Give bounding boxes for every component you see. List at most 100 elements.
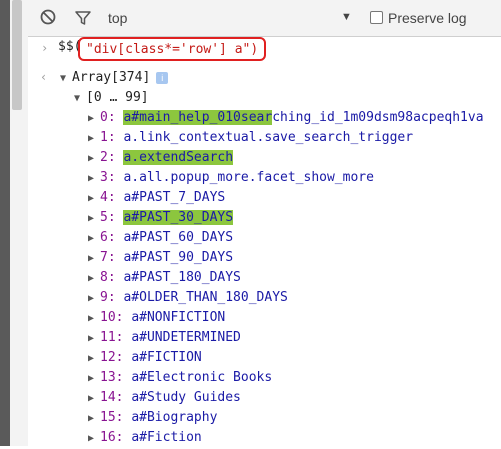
item-separator: : — [115, 370, 132, 385]
item-separator: : — [115, 350, 132, 365]
item-index: 2 — [100, 150, 108, 165]
array-item-row[interactable]: ▶ 6: a#PAST_60_DAYS — [88, 228, 233, 248]
item-separator: : — [115, 410, 132, 425]
expand-triangle-icon[interactable]: ▶ — [88, 349, 100, 369]
preserve-log-checkbox[interactable] — [370, 11, 383, 24]
array-row[interactable]: ▼ Array[374] i — [60, 68, 169, 89]
array-item-row[interactable]: ▶ 11: a#UNDETERMINED — [88, 328, 241, 348]
item-selector: a.extendSearch — [123, 150, 234, 165]
preserve-log-label[interactable]: Preserve log — [388, 10, 467, 26]
chevron-down-icon[interactable]: ▼ — [341, 11, 352, 23]
clear-console-icon[interactable] — [40, 9, 56, 25]
expand-triangle-icon[interactable]: ▶ — [88, 389, 100, 409]
item-selector: a#Electronic Books — [131, 370, 273, 385]
item-index: 9 — [100, 290, 108, 305]
item-separator: : — [115, 310, 132, 325]
expand-triangle-icon[interactable]: ▶ — [88, 289, 100, 309]
item-separator: : — [107, 270, 124, 285]
console-toolbar: top ▼ Preserve log — [28, 0, 501, 37]
item-selector: a#FICTION — [131, 350, 202, 365]
item-selector: a#PAST_90_DAYS — [123, 250, 234, 265]
console-output[interactable]: › $$( "div[class*='row'] a") ‹ ▼ Array[37… — [28, 37, 501, 446]
item-separator: : — [107, 290, 124, 305]
array-item-row[interactable]: ▶ 8: a#PAST_180_DAYS — [88, 268, 241, 288]
expand-triangle-icon[interactable]: ▶ — [88, 329, 100, 349]
array-label: Array[374] — [72, 70, 151, 85]
item-index: 0 — [100, 110, 108, 125]
item-index: 6 — [100, 230, 108, 245]
group-row[interactable]: ▼ [0 … 99] — [74, 88, 149, 108]
expand-triangle-icon[interactable]: ▶ — [88, 249, 100, 269]
command-argument: "div[class*='row'] a") — [78, 37, 267, 61]
item-index: 14 — [100, 390, 116, 405]
item-separator: : — [115, 430, 132, 445]
item-separator: : — [107, 250, 124, 265]
array-item-row[interactable]: ▶ 0: a#main_help_010searching_id_1m09dsm9… — [88, 108, 484, 128]
array-item-row[interactable]: ▶ 2: a.extendSearch — [88, 148, 234, 169]
array-item-row[interactable]: ▶ 10: a#NONFICTION — [88, 308, 225, 328]
left-panel-edge — [0, 0, 10, 446]
expand-triangle-icon[interactable]: ▶ — [88, 209, 100, 229]
expand-triangle-icon[interactable]: ▼ — [60, 69, 72, 89]
array-item-row[interactable]: ▶ 15: a#Biography — [88, 408, 217, 428]
item-selector: a.link_contextual.save_search_trigger — [123, 130, 414, 145]
scrollbar-thumb[interactable] — [12, 0, 22, 110]
item-separator: : — [107, 150, 124, 165]
array-item-row[interactable]: ▶ 16: a#Fiction — [88, 428, 202, 448]
item-index: 8 — [100, 270, 108, 285]
expand-triangle-icon[interactable]: ▶ — [88, 109, 100, 129]
item-selector: a#PAST_7_DAYS — [123, 190, 226, 205]
result-arrow-icon: ‹ — [40, 70, 48, 84]
context-selector[interactable]: top — [108, 10, 127, 26]
expand-triangle-icon[interactable]: ▶ — [88, 309, 100, 329]
array-item-row[interactable]: ▶ 3: a.all.popup_more.facet_show_more — [88, 168, 374, 188]
array-item-row[interactable]: ▶ 12: a#FICTION — [88, 348, 202, 368]
item-selector: a#PAST_180_DAYS — [123, 270, 241, 285]
array-item-row[interactable]: ▶ 5: a#PAST_30_DAYS — [88, 208, 234, 229]
expand-triangle-icon[interactable]: ▼ — [74, 89, 86, 109]
array-item-row[interactable]: ▶ 7: a#PAST_90_DAYS — [88, 248, 233, 268]
item-separator: : — [107, 130, 124, 145]
expand-triangle-icon[interactable]: ▶ — [88, 169, 100, 189]
expand-triangle-icon[interactable]: ▶ — [88, 229, 100, 249]
group-label: [0 … 99] — [86, 90, 149, 105]
item-index: 16 — [100, 430, 116, 445]
item-separator: : — [115, 390, 132, 405]
input-prompt-icon: › — [41, 41, 49, 55]
item-selector: a#UNDETERMINED — [131, 330, 241, 345]
array-item-row[interactable]: ▶ 13: a#Electronic Books — [88, 368, 272, 388]
item-selector: a#Study Guides — [131, 390, 241, 405]
item-selector: a#NONFICTION — [131, 310, 226, 325]
expand-triangle-icon[interactable]: ▶ — [88, 269, 100, 289]
filter-icon[interactable] — [74, 9, 92, 27]
item-index: 12 — [100, 350, 116, 365]
array-item-row[interactable]: ▶ 14: a#Study Guides — [88, 388, 241, 408]
item-selector: a#Fiction — [131, 430, 202, 445]
array-item-row[interactable]: ▶ 9: a#OLDER_THAN_180_DAYS — [88, 288, 288, 308]
item-selector: a#PAST_60_DAYS — [123, 230, 234, 245]
item-index: 3 — [100, 170, 108, 185]
expand-triangle-icon[interactable]: ▶ — [88, 189, 100, 209]
item-selector: a#Biography — [131, 410, 218, 425]
expand-triangle-icon[interactable]: ▶ — [88, 129, 100, 149]
expand-triangle-icon[interactable]: ▶ — [88, 369, 100, 389]
item-separator: : — [115, 330, 132, 345]
item-index: 11 — [100, 330, 116, 345]
item-selector: a.all.popup_more.facet_show_more — [123, 170, 374, 185]
info-icon[interactable]: i — [156, 71, 169, 84]
item-selector: a#PAST_30_DAYS — [123, 210, 234, 225]
item-index: 1 — [100, 130, 108, 145]
item-index: 4 — [100, 190, 108, 205]
item-index: 13 — [100, 370, 116, 385]
item-index: 7 — [100, 250, 108, 265]
item-separator: : — [107, 110, 124, 125]
item-separator: : — [107, 210, 124, 225]
item-selector: a#OLDER_THAN_180_DAYS — [123, 290, 288, 305]
item-separator: : — [107, 230, 124, 245]
array-item-row[interactable]: ▶ 1: a.link_contextual.save_search_trigge… — [88, 128, 413, 148]
array-item-row[interactable]: ▶ 4: a#PAST_7_DAYS — [88, 188, 225, 208]
expand-triangle-icon[interactable]: ▶ — [88, 429, 100, 449]
expand-triangle-icon[interactable]: ▶ — [88, 149, 100, 169]
expand-triangle-icon[interactable]: ▶ — [88, 409, 100, 429]
item-index: 10 — [100, 310, 116, 325]
